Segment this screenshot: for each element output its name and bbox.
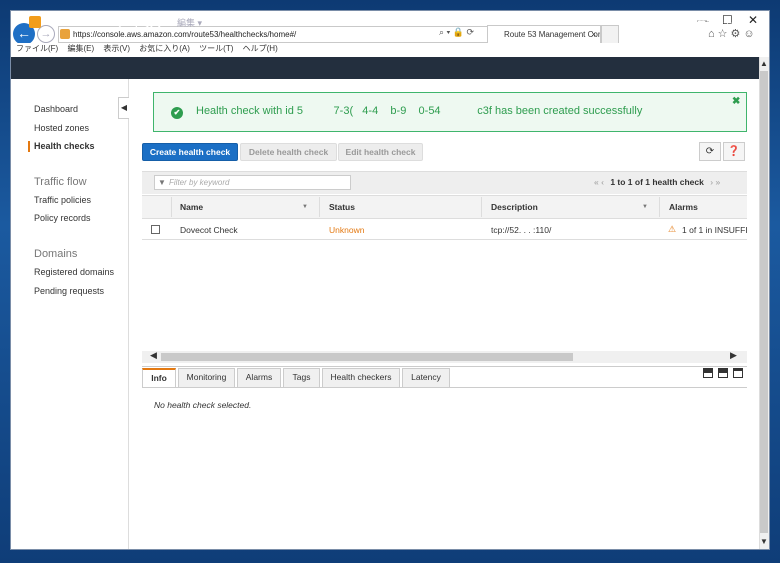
sidebar-section-traffic-flow: Traffic flow <box>34 176 87 188</box>
edit-health-check-button[interactable]: Edit health check <box>338 143 423 161</box>
pager-prev-icon[interactable]: ‹ <box>601 177 604 187</box>
column-header-status[interactable]: Status <box>329 202 355 212</box>
column-header-name[interactable]: Name <box>180 202 203 212</box>
horizontal-scroll-thumb[interactable] <box>161 353 573 361</box>
new-tab-button[interactable] <box>601 25 619 44</box>
sidebar-item-hosted-zones[interactable]: Hosted zones <box>34 123 89 133</box>
sidebar-item-health-checks[interactable]: Health checks <box>34 141 95 151</box>
sidebar-collapse-button[interactable]: ◀ <box>118 97 129 119</box>
tab-close-icon[interactable]: × <box>591 26 596 44</box>
edit-menu[interactable]: 編集 ▾ <box>177 16 202 29</box>
menu-help[interactable]: ヘルプ(H) <box>243 44 278 53</box>
help-icon[interactable]: ❓ <box>723 142 745 161</box>
cell-status: Unknown <box>329 225 365 235</box>
region-menu[interactable]: グローバル ▾ <box>642 16 694 29</box>
menu-edit[interactable]: 編集(E) <box>67 44 94 53</box>
check-circle-icon: ✔ <box>171 107 183 119</box>
sort-caret-icon[interactable]: ▼ <box>302 204 308 210</box>
tab-alarms[interactable]: Alarms <box>237 368 281 387</box>
cell-name: Dovecot Check <box>180 225 238 235</box>
create-health-check-button[interactable]: Create health check <box>142 143 238 161</box>
warning-icon: ⚠ <box>668 224 677 234</box>
address-bar-icons[interactable]: ⌕ ▾ 🔒 ⟳ <box>439 27 474 38</box>
sidebar-item-pending-requests[interactable]: Pending requests <box>34 286 104 296</box>
vertical-scroll-thumb[interactable] <box>760 71 768 533</box>
tab-latency[interactable]: Latency <box>402 368 450 387</box>
aws-navbar <box>11 57 759 79</box>
menu-bar: ファイル(F) 編集(E) 表示(V) お気に入り(A) ツール(T) ヘルプ(… <box>11 43 769 57</box>
cell-description: tcp://52. . . :110/ <box>491 225 552 235</box>
close-window-button[interactable]: ✕ <box>748 13 758 27</box>
scroll-left-icon[interactable]: ◀ <box>150 350 157 361</box>
scroll-right-icon[interactable]: ▶ <box>730 350 737 361</box>
column-header-description[interactable]: Description <box>491 202 538 212</box>
support-menu[interactable]: サポート ▾ <box>697 16 740 29</box>
menu-view[interactable]: 表示(V) <box>103 44 130 53</box>
row-checkbox[interactable] <box>151 225 160 234</box>
active-indicator <box>28 141 30 152</box>
pager-first-icon[interactable]: « <box>594 177 599 187</box>
pager-text: 1 to 1 of 1 health check <box>610 177 704 187</box>
column-header-alarms[interactable]: Alarms <box>669 202 698 212</box>
sidebar-item-dashboard[interactable]: Dashboard <box>34 104 78 114</box>
pager-next-icon[interactable]: › <box>710 177 713 187</box>
tab-monitoring[interactable]: Monitoring <box>178 368 235 387</box>
banner-message: Health check with id 5 7-3( 4-4 b-9 0-54… <box>196 105 643 117</box>
scroll-down-icon[interactable]: ▼ <box>760 537 768 546</box>
tab-info[interactable]: Info <box>142 368 176 387</box>
cell-alarms[interactable]: 1 of 1 in INSUFFI <box>682 225 748 235</box>
sort-caret-icon[interactable]: ▼ <box>642 204 648 210</box>
table-header <box>142 195 747 219</box>
sidebar-item-policy-records[interactable]: Policy records <box>34 213 91 223</box>
browser-tab[interactable]: Route 53 Management Con... × <box>487 25 601 44</box>
column-separator <box>481 197 482 217</box>
scroll-up-icon[interactable]: ▲ <box>760 59 768 68</box>
aws-menu[interactable]: AWS ▾ <box>63 16 94 27</box>
panel-restore-icon[interactable] <box>718 368 728 378</box>
detail-panel <box>142 366 747 549</box>
panel-minimize-icon[interactable] <box>703 368 713 378</box>
column-separator <box>659 197 660 217</box>
column-separator <box>171 197 172 217</box>
browser-tab-title: Route 53 Management Con... <box>504 30 601 39</box>
pager-last-icon[interactable]: » <box>715 177 720 187</box>
filter-input[interactable]: Filter by keyword <box>154 175 351 190</box>
panel-message: No health check selected. <box>154 400 252 410</box>
panel-maximize-icon[interactable] <box>733 368 743 378</box>
site-favicon-icon <box>60 29 70 39</box>
tab-health-checkers[interactable]: Health checkers <box>322 368 400 387</box>
column-separator <box>319 197 320 217</box>
filter-funnel-icon: ▼ <box>158 178 166 187</box>
sidebar-item-registered-domains[interactable]: Registered domains <box>34 267 114 277</box>
menu-file[interactable]: ファイル(F) <box>16 44 58 53</box>
aws-cube-icon[interactable] <box>29 16 41 28</box>
banner-close-icon[interactable]: ✖ <box>732 96 740 107</box>
delete-health-check-button[interactable]: Delete health check <box>240 143 337 161</box>
tab-tags[interactable]: Tags <box>283 368 320 387</box>
sidebar-section-domains: Domains <box>34 248 78 260</box>
services-menu[interactable]: サービス ▾ <box>114 16 162 31</box>
sidebar-item-traffic-policies[interactable]: Traffic policies <box>34 195 91 205</box>
menu-favorites[interactable]: お気に入り(A) <box>139 44 190 53</box>
refresh-icon[interactable]: ⟳ <box>699 142 721 161</box>
menu-tools[interactable]: ツール(T) <box>199 44 233 53</box>
account-menu[interactable]: ▾ <box>624 16 629 27</box>
tab-divider <box>142 387 747 388</box>
browser-window: ← → https://console.aws.amazon.com/route… <box>10 10 770 550</box>
pager: « ‹ 1 to 1 of 1 health check › » <box>594 177 720 187</box>
